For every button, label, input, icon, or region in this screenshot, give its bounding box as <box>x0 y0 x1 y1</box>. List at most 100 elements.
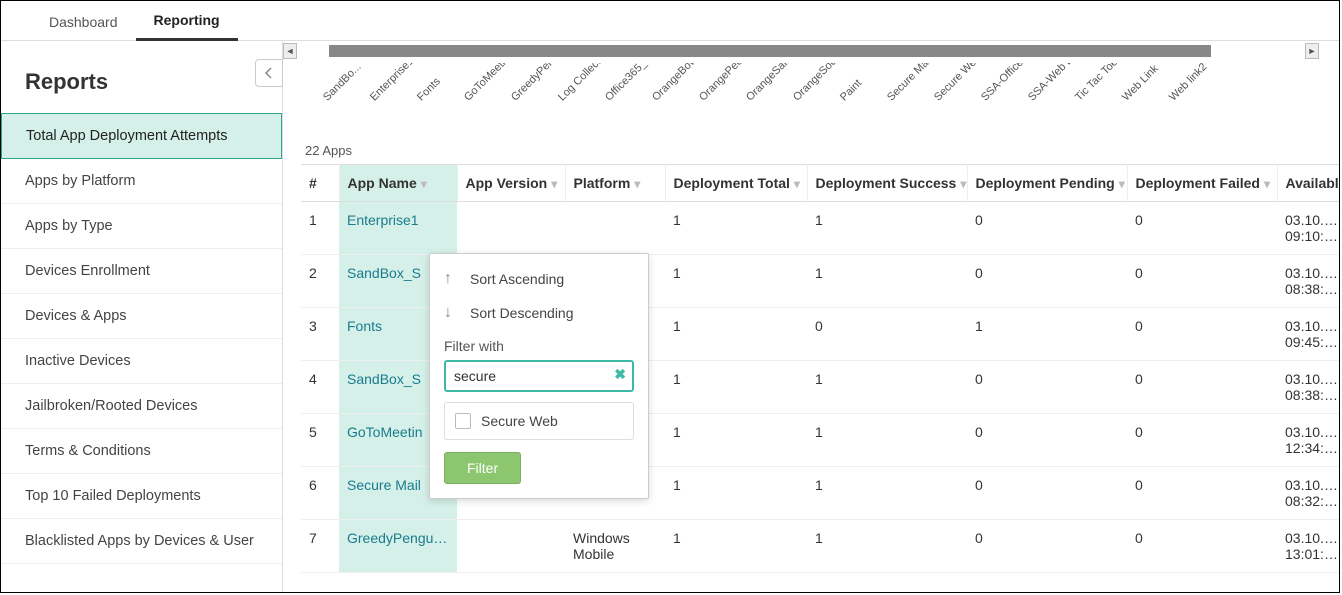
sort-descending-option[interactable]: ↓ Sort Descending <box>444 296 634 330</box>
report-item[interactable]: Devices & Apps <box>1 294 282 339</box>
table-cell: 1 <box>665 255 807 308</box>
report-item[interactable]: Apps by Platform <box>1 159 282 204</box>
filter-option-list: Secure Web <box>444 402 634 440</box>
table-cell <box>457 520 565 573</box>
report-item[interactable]: Total App Deployment Attempts <box>1 113 282 159</box>
filter-with-label: Filter with <box>444 330 634 360</box>
table-cell: 1 <box>665 414 807 467</box>
report-item[interactable]: Blacklisted Apps by Devices & User <box>1 519 282 564</box>
table-row: 1Enterprise1110003.10.20109:10:10 <box>301 202 1339 255</box>
table-cell: 1 <box>807 361 967 414</box>
chart-scroll-right[interactable]: ► <box>1305 43 1319 59</box>
table-cell: 1 <box>807 202 967 255</box>
chevron-down-icon: ▾ <box>960 177 966 191</box>
collapse-sidebar-button[interactable] <box>255 59 283 87</box>
col-deploy-failed[interactable]: Deployment Failed▾ <box>1127 165 1277 202</box>
reports-sidebar: Reports Total App Deployment AttemptsApp… <box>1 41 283 592</box>
table-cell: 1 <box>807 520 967 573</box>
sort-ascending-option[interactable]: ↑ Sort Ascending <box>444 262 634 296</box>
table-cell: 1 <box>665 520 807 573</box>
app-name-cell[interactable]: GreedyPenguins <box>339 520 457 573</box>
report-item[interactable]: Terms & Conditions <box>1 429 282 474</box>
table-cell: 1 <box>807 255 967 308</box>
top-tabs: Dashboard Reporting <box>1 1 1339 41</box>
report-item[interactable]: Jailbroken/Rooted Devices <box>1 384 282 429</box>
arrow-down-icon: ↓ <box>444 304 460 322</box>
filter-button[interactable]: Filter <box>444 452 521 484</box>
report-item[interactable]: Apps by Type <box>1 204 282 249</box>
tab-dashboard[interactable]: Dashboard <box>31 6 136 40</box>
table-cell: 0 <box>967 202 1127 255</box>
table-cell: 03.10.20109:45:07 <box>1277 308 1339 361</box>
table-cell: 0 <box>1127 520 1277 573</box>
chevron-down-icon: ▾ <box>634 177 640 191</box>
report-content: ◄ ► SandBo...Enterprise1FontsGoToMeeti..… <box>283 41 1339 592</box>
col-app-version[interactable]: App Version▾ <box>457 165 565 202</box>
table-cell: 0 <box>967 414 1127 467</box>
table-cell: 03.10.20108:32:28 <box>1277 467 1339 520</box>
chevron-down-icon: ▾ <box>794 177 800 191</box>
col-available[interactable]: Available <box>1277 165 1339 202</box>
table-cell: 1 <box>665 202 807 255</box>
apps-count: 22 Apps <box>305 143 1339 158</box>
arrow-up-icon: ↑ <box>444 270 460 288</box>
table-cell: 03.10.20109:10:10 <box>1277 202 1339 255</box>
table-cell: 6 <box>301 467 339 520</box>
table-cell: 0 <box>967 520 1127 573</box>
checkbox[interactable] <box>455 413 471 429</box>
col-num[interactable]: # <box>301 165 339 202</box>
table-cell: 3 <box>301 308 339 361</box>
table-cell: 03.10.20112:34:35 <box>1277 414 1339 467</box>
table-cell <box>565 202 665 255</box>
chevron-down-icon: ▾ <box>1119 177 1125 191</box>
table-cell: 0 <box>967 255 1127 308</box>
table-cell: 03.10.20113:01:50 <box>1277 520 1339 573</box>
report-item[interactable]: Top 10 Failed Deployments <box>1 474 282 519</box>
filter-option[interactable]: Secure Web <box>455 413 623 429</box>
report-item[interactable]: Inactive Devices <box>1 339 282 384</box>
chevron-down-icon: ▾ <box>1264 177 1270 191</box>
table-cell: 03.10.20108:38:40 <box>1277 255 1339 308</box>
table-cell: 1 <box>665 361 807 414</box>
table-row: 7GreedyPenguinsWindows Mobile110003.10.2… <box>301 520 1339 573</box>
col-deploy-total[interactable]: Deployment Total▾ <box>665 165 807 202</box>
table-cell: 0 <box>1127 414 1277 467</box>
table-cell: 1 <box>665 467 807 520</box>
chart-x-labels: SandBo...Enterprise1FontsGoToMeeti...Gre… <box>321 63 1299 123</box>
table-cell: 1 <box>967 308 1127 361</box>
table-cell: 0 <box>967 361 1127 414</box>
table-cell: 4 <box>301 361 339 414</box>
col-deploy-success[interactable]: Deployment Success▾ <box>807 165 967 202</box>
sidebar-title: Reports <box>1 41 282 113</box>
table-cell: 03.10.20108:38:40 <box>1277 361 1339 414</box>
table-cell: 1 <box>665 308 807 361</box>
column-filter-menu: ↑ Sort Ascending ↓ Sort Descending Filte… <box>429 253 649 499</box>
table-cell: 0 <box>1127 361 1277 414</box>
table-cell: 0 <box>967 467 1127 520</box>
tab-reporting[interactable]: Reporting <box>136 4 238 41</box>
table-cell: 0 <box>1127 202 1277 255</box>
app-name-cell[interactable]: Enterprise1 <box>339 202 457 255</box>
table-cell: 1 <box>807 467 967 520</box>
table-cell <box>457 202 565 255</box>
report-item[interactable]: Devices Enrollment <box>1 249 282 294</box>
chart-scroll-left[interactable]: ◄ <box>283 43 297 59</box>
chevron-down-icon: ▾ <box>421 177 427 191</box>
chart-strip: ◄ ► SandBo...Enterprise1FontsGoToMeeti..… <box>301 41 1339 123</box>
col-platform[interactable]: Platform▾ <box>565 165 665 202</box>
table-cell: 2 <box>301 255 339 308</box>
col-deploy-pending[interactable]: Deployment Pending▾ <box>967 165 1127 202</box>
table-cell: Windows Mobile <box>565 520 665 573</box>
table-cell: 1 <box>807 414 967 467</box>
table-cell: 1 <box>301 202 339 255</box>
table-cell: 0 <box>1127 467 1277 520</box>
filter-input[interactable] <box>444 360 634 392</box>
table-cell: 0 <box>1127 308 1277 361</box>
chart-scroll-track[interactable] <box>329 45 1211 57</box>
col-app-name[interactable]: App Name▾ <box>339 165 457 202</box>
table-cell: 0 <box>1127 255 1277 308</box>
table-cell: 5 <box>301 414 339 467</box>
table-cell: 7 <box>301 520 339 573</box>
table-cell: 0 <box>807 308 967 361</box>
clear-filter-icon[interactable]: ✖ <box>614 366 626 383</box>
